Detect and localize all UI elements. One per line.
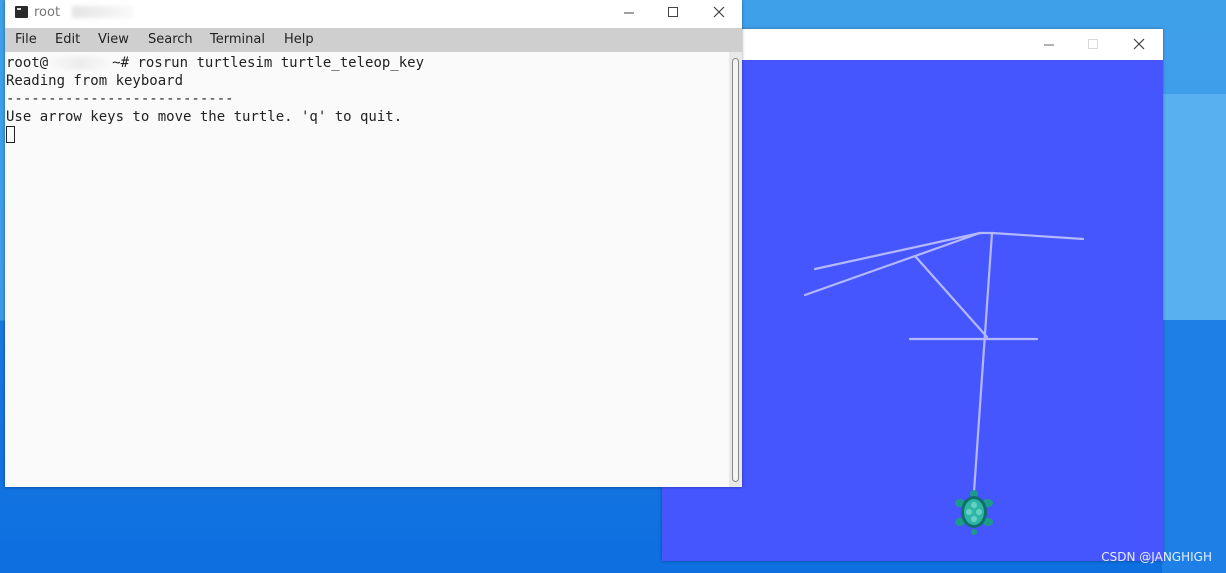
menu-terminal[interactable]: Terminal — [210, 32, 265, 47]
menu-search[interactable]: Search — [148, 32, 193, 47]
prompt-command: ~# rosrun turtlesim turtle_teleop_key — [112, 55, 425, 71]
terminal-app-icon — [15, 6, 28, 18]
watermark: CSDN @JANGHIGH — [1101, 550, 1212, 564]
close-icon[interactable] — [1132, 37, 1146, 51]
redacted-hostname — [72, 6, 134, 18]
output-line: Use arrow keys to move the turtle. 'q' t… — [6, 109, 403, 125]
terminal-title: root — [34, 5, 61, 20]
trail-segment — [813, 231, 982, 271]
trail-segment — [972, 231, 994, 494]
minimize-icon[interactable] — [1042, 37, 1056, 51]
turtle-icon — [952, 490, 996, 536]
prompt-line: root@ ~# rosrun turtlesim turtle_teleop_k… — [6, 54, 424, 72]
terminal-menubar: File Edit View Search Terminal Help — [5, 28, 742, 52]
redacted-host — [48, 57, 113, 69]
terminal-window: root File Edit View Search Terminal Help… — [5, 0, 742, 487]
minimize-icon[interactable] — [622, 5, 636, 19]
maximize-icon[interactable] — [666, 5, 680, 19]
terminal-scrollbar[interactable] — [729, 52, 742, 487]
terminal-output[interactable]: root@ ~# rosrun turtlesim turtle_teleop_k… — [5, 52, 729, 487]
output-separator: --------------------------- — [6, 91, 234, 107]
desktop-background-band — [1162, 94, 1226, 320]
menu-help[interactable]: Help — [284, 32, 314, 47]
trail-segment — [990, 231, 1085, 241]
trail-segment — [803, 231, 982, 297]
trail-segment — [913, 254, 989, 339]
scrollbar-thumb[interactable] — [732, 58, 739, 482]
menu-view[interactable]: View — [98, 32, 129, 47]
text-cursor — [6, 126, 15, 143]
terminal-titlebar[interactable]: root — [5, 0, 742, 28]
output-line: Reading from keyboard — [6, 73, 184, 89]
prompt-prefix: root@ — [6, 55, 49, 71]
close-icon[interactable] — [712, 5, 726, 19]
desktop-background-band-lower — [1162, 320, 1226, 573]
menu-edit[interactable]: Edit — [55, 32, 80, 47]
menu-file[interactable]: File — [15, 32, 37, 47]
maximize-icon[interactable] — [1086, 37, 1100, 51]
